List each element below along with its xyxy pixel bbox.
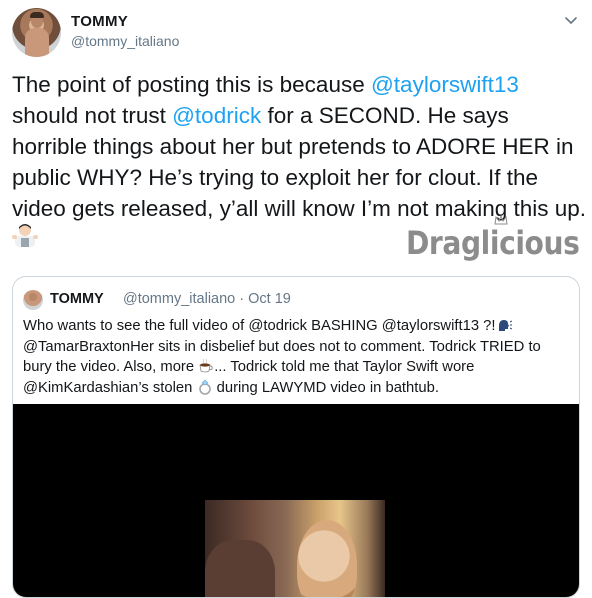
mention-link-todrick[interactable]: @todrick [172,103,261,128]
tweet-line: horrible things about her but pretends t… [12,134,574,159]
quoted-author-handle-date: @tommy_italiano · Oct 19 [123,291,291,307]
tweet-line: The point of posting this is because @ta… [12,72,519,97]
man-shrugging-icon [12,224,38,247]
tweet-text: The point of posting this is because @ta… [12,69,588,224]
author-avatar[interactable] [12,8,61,57]
quoted-line: Who wants to see the full video of @todr… [23,316,575,337]
quoted-tweet-text: Who wants to see the full video of @todr… [23,316,575,398]
chevron-down-icon[interactable] [563,12,579,28]
video-player[interactable] [13,404,579,597]
mention-link-taylorswift13[interactable]: @taylorswift13 [371,72,519,97]
ring-icon [198,379,211,395]
quoted-line: @TamarBraxtonHer sits in disbelief but d… [23,338,541,355]
quoted-line: @KimKardashian’s stolen during LAWYMD vi… [23,379,439,396]
tweet-line: should not trust @todrick for a SECOND. … [12,103,509,128]
tweet-card: TOMMY @tommy_italiano The point of posti… [0,0,592,598]
quoted-tweet[interactable]: TOMMY @tommy_italiano · Oct 19 Who wants… [12,276,580,598]
video-thumbnail [205,500,385,597]
watermark-logo: Draglicious [406,224,580,262]
quoted-author-avatar[interactable] [23,290,43,310]
author-display-name[interactable]: TOMMY [71,13,128,30]
tweet-line: public WHY? He’s trying to exploit her f… [12,165,539,190]
author-handle[interactable]: @tommy_italiano [71,33,179,49]
quoted-author-name[interactable]: TOMMY [50,291,104,307]
quoted-line: bury the video. Also, more ... Todrick t… [23,358,475,375]
crown-icon [494,215,508,225]
tea-cup-icon [199,358,213,373]
speaking-head-icon [498,320,512,331]
